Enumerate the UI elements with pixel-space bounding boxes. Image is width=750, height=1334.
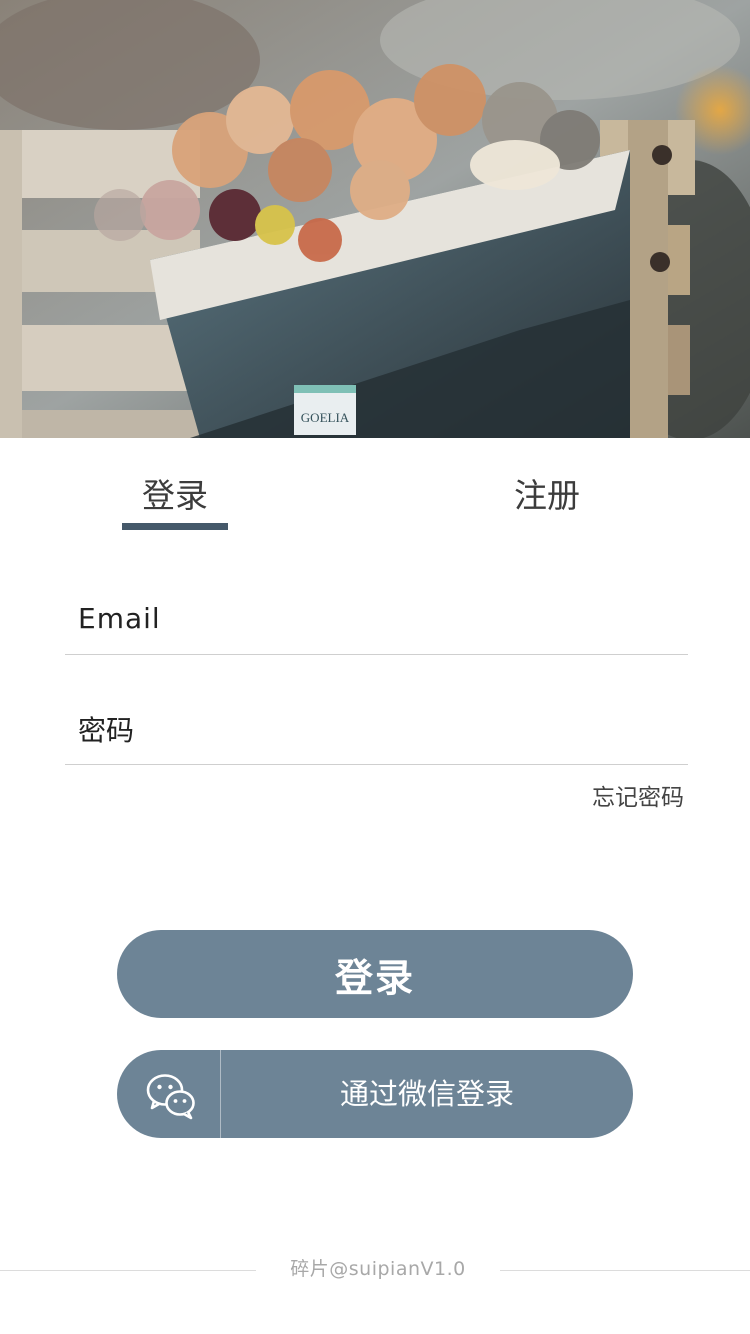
email-input[interactable]: [65, 590, 688, 646]
wechat-icon: [146, 1074, 195, 1120]
login-button[interactable]: 登录: [117, 930, 633, 1018]
active-tab-indicator: [122, 523, 228, 530]
hero-tag-text: GOELIA: [301, 410, 350, 425]
footer-version-text: 碎片@suipianV1.0: [290, 1258, 466, 1280]
wechat-login-label: 通过微信登录: [339, 1077, 514, 1111]
tab-register[interactable]: 注册: [494, 470, 600, 522]
forgot-password-link[interactable]: 忘记密码: [592, 778, 684, 812]
hero-photo: GOELIA: [0, 0, 750, 438]
email-field-container: [65, 590, 688, 655]
wechat-login-button[interactable]: 通过微信登录: [117, 1050, 633, 1138]
flower-bouquet-illustration: GOELIA: [0, 0, 750, 438]
password-field-container: [65, 700, 688, 765]
login-screen: GOELIA 登录 注册 Email 忘记密码 登录 通过微信登录 碎片@sui…: [0, 0, 750, 1334]
footer-divider-left: [0, 1270, 256, 1271]
password-input[interactable]: [65, 700, 688, 760]
footer-divider-right: [500, 1270, 750, 1271]
tab-login[interactable]: 登录: [122, 470, 228, 522]
